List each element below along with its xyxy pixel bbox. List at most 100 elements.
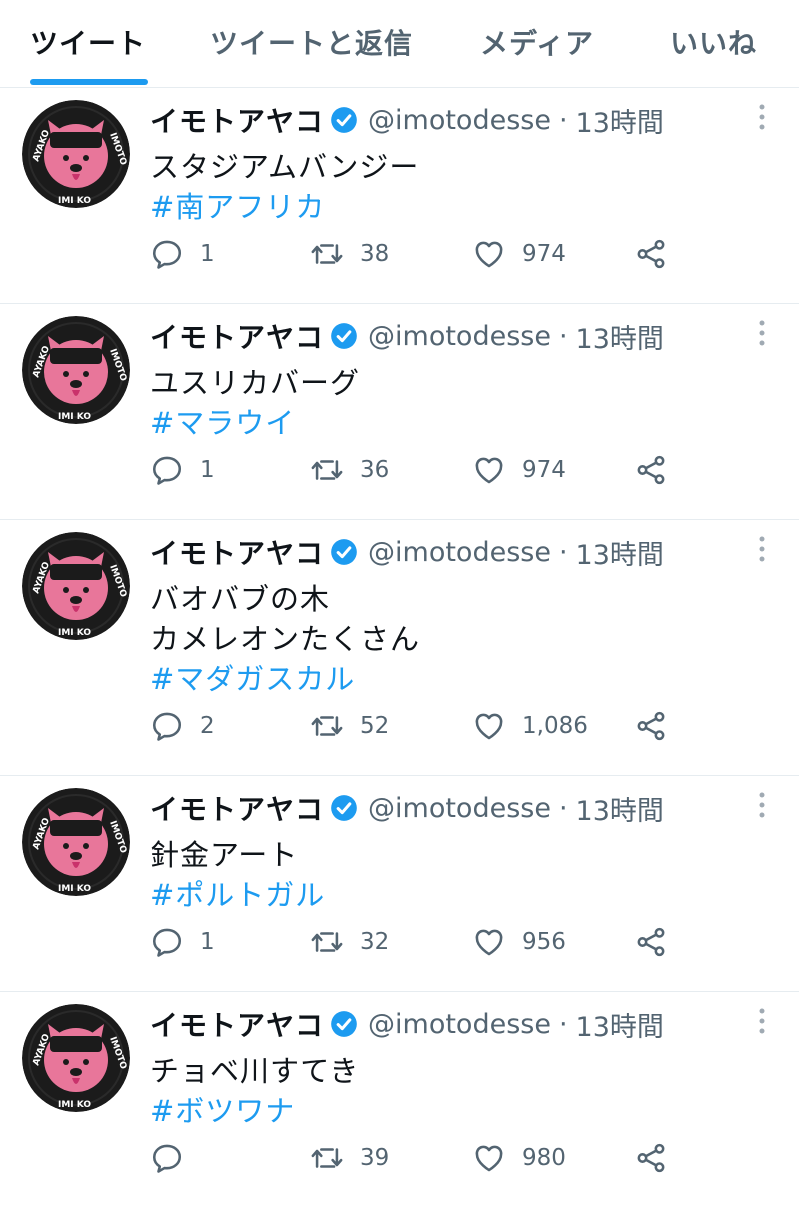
verified-badge-icon [331, 539, 357, 565]
author-handle[interactable]: @imotodesse [368, 1009, 551, 1040]
share-icon [637, 927, 665, 957]
tweet-header: イモトアヤコ @imotodesse · 13時間 [150, 788, 664, 828]
tweet[interactable]: AYAKO IMOTO IMI KO イモトアヤコ @imotodesse · … [0, 776, 799, 992]
share-button[interactable] [634, 922, 668, 962]
tweet-timestamp[interactable]: 13時間 [576, 101, 664, 140]
tab-likes[interactable]: いいね [670, 22, 757, 62]
reply-button[interactable]: 1 [150, 450, 215, 490]
retweet-button[interactable]: 39 [310, 1138, 389, 1178]
author-name[interactable]: イモトアヤコ [150, 1004, 324, 1044]
separator-dot: · [558, 1008, 568, 1040]
avatar[interactable]: AYAKO IMOTO IMI KO [22, 316, 130, 424]
tweet-text: チョベ川すてき [150, 1054, 360, 1088]
retweet-button[interactable]: 38 [310, 234, 389, 274]
share-icon [637, 1143, 665, 1173]
like-button[interactable]: 974 [472, 450, 566, 490]
svg-text:IMI KO: IMI KO [58, 628, 91, 638]
hashtag-link[interactable]: #ボツワナ [150, 1088, 295, 1130]
more-options-icon[interactable] [757, 318, 767, 348]
reply-button[interactable] [150, 1138, 200, 1178]
like-count: 974 [522, 241, 566, 267]
share-button[interactable] [634, 706, 668, 746]
tweet-text: スタジアムバンジー [150, 150, 420, 184]
reply-button[interactable]: 1 [150, 922, 215, 962]
like-button[interactable]: 974 [472, 234, 566, 274]
more-options-icon[interactable] [757, 102, 767, 132]
share-icon [637, 711, 665, 741]
tab-media[interactable]: メディア [480, 22, 594, 62]
author-handle[interactable]: @imotodesse [368, 321, 551, 352]
reply-button[interactable]: 2 [150, 706, 215, 746]
avatar[interactable]: AYAKO IMOTO IMI KO [22, 1004, 130, 1112]
author-name[interactable]: イモトアヤコ [150, 788, 324, 828]
tweet-actions: 1 36 974 [150, 450, 799, 490]
tab-tweets-and-replies[interactable]: ツイートと返信 [210, 22, 413, 62]
more-options-icon[interactable] [757, 534, 767, 564]
share-button[interactable] [634, 234, 668, 274]
like-button[interactable]: 980 [472, 1138, 566, 1178]
more-options-icon[interactable] [757, 1006, 767, 1036]
tweet[interactable]: AYAKO IMOTO IMI KO イモトアヤコ @imotodesse · … [0, 88, 799, 304]
like-button[interactable]: 1,086 [472, 706, 588, 746]
tweet-header: イモトアヤコ @imotodesse · 13時間 [150, 1004, 664, 1044]
avatar[interactable]: AYAKO IMOTO IMI KO [22, 532, 130, 640]
tweet[interactable]: AYAKO IMOTO IMI KO イモトアヤコ @imotodesse · … [0, 520, 799, 776]
share-button[interactable] [634, 1138, 668, 1178]
retweet-icon [311, 244, 343, 264]
svg-text:IMI KO: IMI KO [58, 196, 91, 206]
tweet-actions: 1 38 974 [150, 234, 799, 274]
avatar[interactable]: AYAKO IMOTO IMI KO [22, 100, 130, 208]
author-name[interactable]: イモトアヤコ [150, 100, 324, 140]
retweet-icon [311, 932, 343, 952]
reply-icon [152, 928, 182, 957]
hashtag-link[interactable]: #マダガスカル [150, 656, 355, 698]
share-icon [637, 239, 665, 269]
tab-tweets[interactable]: ツイート [30, 22, 146, 62]
author-handle[interactable]: @imotodesse [368, 537, 551, 568]
separator-dot: · [558, 536, 568, 568]
retweet-button[interactable]: 32 [310, 922, 389, 962]
hashtag-link[interactable]: #ポルトガル [150, 872, 325, 914]
tweet-feed: AYAKO IMOTO IMI KO イモトアヤコ @imotodesse · … [0, 88, 799, 1208]
reply-button[interactable]: 1 [150, 234, 215, 274]
heart-icon [475, 241, 503, 268]
like-count: 980 [522, 1145, 566, 1171]
author-handle[interactable]: @imotodesse [368, 793, 551, 824]
retweet-count: 38 [360, 241, 390, 267]
author-handle[interactable]: @imotodesse [368, 105, 551, 136]
verified-badge-icon [331, 795, 357, 821]
author-name[interactable]: イモトアヤコ [150, 316, 324, 356]
retweet-button[interactable]: 36 [310, 450, 389, 490]
retweet-count: 36 [360, 457, 390, 483]
heart-icon [475, 1145, 503, 1172]
avatar[interactable]: AYAKO IMOTO IMI KO [22, 788, 130, 896]
hashtag-link[interactable]: #南アフリカ [150, 184, 325, 226]
verified-badge-icon [331, 323, 357, 349]
tweet-text: 針金アート [150, 838, 299, 872]
like-count: 974 [522, 457, 566, 483]
tweet-actions: 2 52 1,086 [150, 706, 799, 746]
retweet-button[interactable]: 52 [310, 706, 389, 746]
tweet[interactable]: AYAKO IMOTO IMI KO イモトアヤコ @imotodesse · … [0, 304, 799, 520]
svg-text:IMI KO: IMI KO [58, 884, 91, 894]
tweet-header: イモトアヤコ @imotodesse · 13時間 [150, 100, 664, 140]
more-options-icon[interactable] [757, 790, 767, 820]
share-icon [637, 455, 665, 485]
tweet-header: イモトアヤコ @imotodesse · 13時間 [150, 532, 664, 572]
tweet-timestamp[interactable]: 13時間 [576, 789, 664, 828]
active-tab-indicator [30, 79, 148, 85]
like-count: 1,086 [522, 713, 588, 739]
share-button[interactable] [634, 450, 668, 490]
tweet-timestamp[interactable]: 13時間 [576, 317, 664, 356]
tweet-header: イモトアヤコ @imotodesse · 13時間 [150, 316, 664, 356]
author-name[interactable]: イモトアヤコ [150, 532, 324, 572]
hashtag-link[interactable]: #マラウイ [150, 400, 295, 442]
tweet-timestamp[interactable]: 13時間 [576, 533, 664, 572]
like-button[interactable]: 956 [472, 922, 566, 962]
tweet-text: ユスリカバーグ [150, 366, 361, 400]
tweet[interactable]: AYAKO IMOTO IMI KO イモトアヤコ @imotodesse · … [0, 992, 799, 1208]
svg-text:IMI KO: IMI KO [58, 412, 91, 422]
retweet-count: 39 [360, 1145, 390, 1171]
reply-icon [152, 1144, 182, 1173]
tweet-timestamp[interactable]: 13時間 [576, 1005, 664, 1044]
